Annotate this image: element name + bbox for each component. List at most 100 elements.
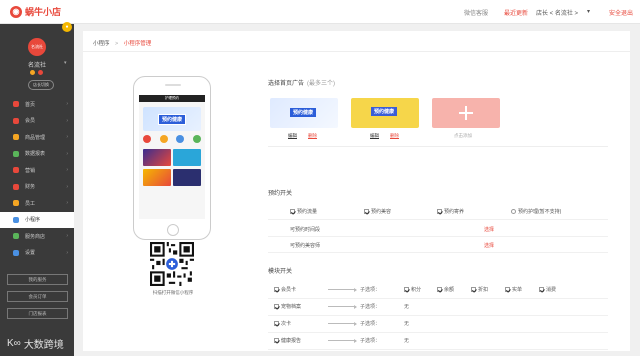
- preview-icon-row: [143, 135, 201, 143]
- discount-checkbox[interactable]: 折扣: [471, 286, 488, 293]
- store-icon: [13, 233, 19, 240]
- sidebar-item-label: 会员: [25, 118, 36, 125]
- balance-checkbox[interactable]: 余额: [437, 286, 454, 293]
- ad-2-delete-link[interactable]: 删除: [390, 133, 399, 139]
- breadcrumb-divider: [83, 51, 630, 52]
- brand-logo[interactable]: ◉ 蜗牛小店: [10, 5, 61, 18]
- wechat-service-link[interactable]: 微信客服: [464, 8, 488, 17]
- report-icon: [13, 150, 19, 157]
- store-role-selector[interactable]: 店长 < 名流社 >: [536, 8, 578, 17]
- row-divider: [268, 219, 608, 220]
- settings-icon: [13, 249, 19, 256]
- punch-card-checkbox[interactable]: 次卡: [274, 320, 291, 327]
- health-report-checkbox[interactable]: 健康报告: [274, 337, 301, 344]
- sidebar-item-home[interactable]: 首页 ›: [0, 96, 74, 113]
- preview-tile: [173, 149, 201, 166]
- phone-home-button: [167, 224, 179, 236]
- booking-boarding-checkbox[interactable]: 预约寄养: [437, 208, 464, 215]
- sidebar-item-member[interactable]: 会员 ›: [0, 113, 74, 130]
- booking-beauty-checkbox[interactable]: 预约美容: [364, 208, 391, 215]
- breadcrumb-separator: >: [115, 41, 119, 47]
- consume-checkbox[interactable]: 消费: [539, 286, 556, 293]
- chevron-right-icon: ›: [66, 183, 68, 190]
- checkbox-icon[interactable]: [364, 209, 369, 214]
- ad-card-2[interactable]: 预约健康: [351, 98, 419, 128]
- sidebar-item-miniprogram[interactable]: 小程序: [0, 211, 74, 228]
- logout-link[interactable]: 安全退出: [609, 8, 633, 17]
- modules-title: 模块开关: [268, 269, 293, 275]
- my-service-button[interactable]: 我的服务: [7, 274, 68, 285]
- ad-1-delete-link[interactable]: 删除: [308, 133, 317, 139]
- ad-1-edit-link[interactable]: 编辑: [288, 133, 297, 139]
- avatar[interactable]: 名流社: [28, 38, 46, 56]
- checkbox-icon[interactable]: [437, 287, 442, 292]
- preview-nav-title: 护理预约: [139, 95, 205, 102]
- ads-section-title: 选择首页广告 (最多三个): [268, 78, 335, 87]
- pet-profile-checkbox[interactable]: 宠物档案: [274, 303, 301, 310]
- chevron-right-icon: ›: [66, 167, 68, 174]
- sidebar-item-label: 小程序: [25, 217, 41, 224]
- points-checkbox[interactable]: 积分: [404, 286, 421, 293]
- checkbox-icon[interactable]: [404, 287, 409, 292]
- checkbox-icon[interactable]: [274, 321, 279, 326]
- sub-options-label: 子选项：: [360, 321, 381, 327]
- role-dropdown-icon[interactable]: ▾: [587, 8, 590, 15]
- switch-store-button[interactable]: 店长切换: [28, 80, 54, 90]
- breadcrumb-root[interactable]: 小程序: [93, 41, 110, 47]
- sidebar-item-settings[interactable]: 设置 ›: [0, 245, 74, 262]
- booking-traffic-checkbox[interactable]: 预约流量: [290, 208, 317, 215]
- store-report-button[interactable]: 门店报表: [7, 308, 68, 319]
- preview-tile: [143, 169, 171, 186]
- miniprogram-qr-code: [150, 242, 194, 286]
- module-row-health-report: 健康报告 子选项： 无: [268, 333, 608, 348]
- checkbox-icon[interactable]: [471, 287, 476, 292]
- booking-title: 预约开关: [268, 191, 293, 197]
- checkbox-icon[interactable]: [274, 287, 279, 292]
- top-header: ◉ 蜗牛小店 微信客服 最近更新 店长 < 名流社 > ▾ 安全退出: [0, 0, 640, 24]
- booking-care-checkbox[interactable]: 预约护理(暂不支持): [511, 208, 561, 215]
- sidebar-item-label: 首页: [25, 101, 36, 108]
- checkbox-icon[interactable]: [505, 287, 510, 292]
- member-card-checkbox[interactable]: 会员卡: [274, 286, 296, 293]
- phone-speaker: [165, 84, 181, 86]
- preview-orange-icon: [159, 135, 168, 143]
- sidebar-item-report[interactable]: 数据报表 ›: [0, 146, 74, 163]
- sidebar-item-finance[interactable]: 财务 ›: [0, 179, 74, 196]
- checkbox-icon[interactable]: [437, 209, 442, 214]
- sidebar-item-store[interactable]: 服务商店 ›: [0, 228, 74, 245]
- chevron-right-icon: ›: [66, 134, 68, 141]
- arrow-icon: [328, 321, 357, 326]
- preview-red-icon: [143, 135, 151, 143]
- checkbox-icon[interactable]: [274, 338, 279, 343]
- recent-update-link[interactable]: 最近更新: [504, 8, 528, 17]
- ads-hint: (最多三个): [307, 81, 336, 87]
- ad-2-edit-link[interactable]: 编辑: [370, 133, 379, 139]
- checkbox-icon[interactable]: [274, 304, 279, 309]
- sub-options-label: 子选项：: [360, 338, 381, 344]
- row-divider: [268, 236, 608, 237]
- red-medal-icon: [38, 70, 43, 75]
- add-ad-button[interactable]: [432, 98, 500, 128]
- watermark: K∞ 大数跨境: [7, 336, 64, 351]
- snail-logo-icon: ◉: [10, 5, 22, 18]
- sidebar-item-marketing[interactable]: 营销 ›: [0, 162, 74, 179]
- ad-card-1[interactable]: 预约健康: [270, 98, 338, 128]
- member-orders-button[interactable]: 会员订单: [7, 291, 68, 302]
- checkbox-icon[interactable]: [290, 209, 295, 214]
- qr-caption: 扫描打开微信小程序: [152, 290, 194, 295]
- preview-tile: [143, 149, 171, 166]
- checkbox-icon[interactable]: [511, 209, 516, 214]
- notification-badge-icon[interactable]: ●: [62, 22, 72, 32]
- stylist-select-link[interactable]: 选择: [484, 242, 494, 249]
- medal-icons: [30, 70, 43, 75]
- sidebar-item-staff[interactable]: 员工 ›: [0, 195, 74, 212]
- checkbox-icon[interactable]: [539, 287, 544, 292]
- row-divider: [268, 252, 608, 253]
- chevron-right-icon: ›: [66, 150, 68, 157]
- user-caret-icon[interactable]: ▾: [64, 60, 67, 66]
- time-slot-select-link[interactable]: 选择: [484, 226, 494, 233]
- order-checkbox[interactable]: 实单: [505, 286, 522, 293]
- add-ad-label: 点击添加: [454, 133, 472, 138]
- sidebar-item-goods[interactable]: 商品管理 ›: [0, 129, 74, 146]
- sidebar-menu: 首页 › 会员 › 商品管理 › 数据报表 › 营销 › 财务 › 员工 › 小程序 服务商店 › 设置 ›: [0, 96, 74, 261]
